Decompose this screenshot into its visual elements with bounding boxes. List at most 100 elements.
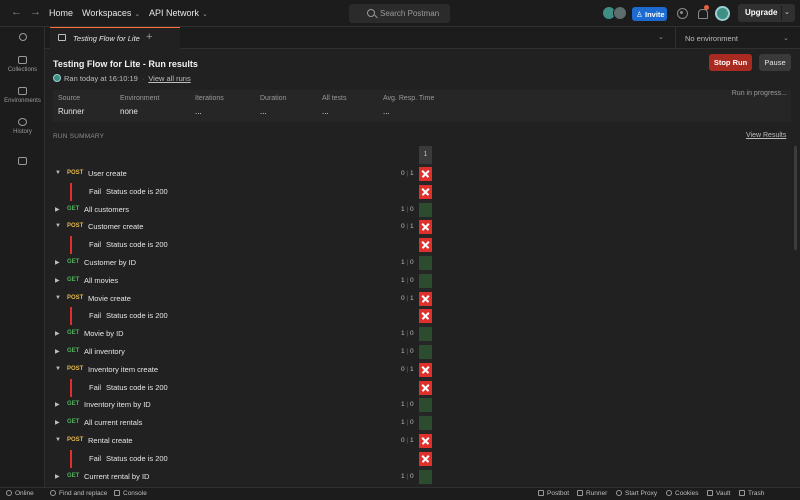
- pass-cell[interactable]: [419, 469, 432, 484]
- test-result-row[interactable]: Fail Status code is 200: [45, 307, 435, 326]
- request-name[interactable]: User create: [88, 169, 127, 178]
- fail-x-icon[interactable]: [419, 309, 432, 324]
- request-name[interactable]: Inventory item by ID: [84, 400, 151, 409]
- page-title: Testing Flow for Lite - Run results: [53, 59, 198, 69]
- sidebar-item-environments[interactable]: Environments: [0, 87, 45, 104]
- sidebar-item-collections[interactable]: Collections: [0, 56, 45, 73]
- console-button[interactable]: Console: [114, 490, 147, 497]
- chevron-right-icon[interactable]: ▶: [55, 401, 60, 408]
- sidebar-item-team[interactable]: [0, 33, 45, 44]
- chevron-right-icon[interactable]: ▶: [55, 206, 60, 213]
- request-row[interactable]: ▼ POST Customer create 0 | 1: [45, 218, 435, 236]
- request-name[interactable]: Rental create: [88, 436, 133, 445]
- forward-arrow-icon[interactable]: →: [30, 7, 41, 18]
- request-row[interactable]: ▼ POST Rental create 0 | 1: [45, 432, 435, 450]
- request-row[interactable]: ▶ GET Inventory item by ID 1 | 0: [45, 396, 435, 414]
- request-row[interactable]: ▶ GET All movies 1 | 0: [45, 272, 435, 290]
- test-result-row[interactable]: Fail Status code is 200: [45, 378, 435, 397]
- request-name[interactable]: Inventory item create: [88, 365, 158, 374]
- pause-button[interactable]: Pause: [759, 54, 791, 71]
- iteration-header[interactable]: 1: [419, 146, 432, 164]
- cookies-button[interactable]: Cookies: [666, 490, 698, 497]
- trash-button[interactable]: Trash: [739, 490, 764, 497]
- request-row[interactable]: ▶ GET Current rental by ID 1 | 0: [45, 468, 435, 486]
- fail-x-icon[interactable]: [419, 238, 432, 253]
- sidebar-item-configure[interactable]: [0, 157, 45, 168]
- scrollbar[interactable]: [794, 146, 797, 250]
- request-row[interactable]: ▼ POST Inventory item create 0 | 1: [45, 361, 435, 379]
- api-network-menu[interactable]: API Network ⌄: [149, 8, 208, 18]
- tab-runner[interactable]: Testing Flow for Lite: [50, 27, 180, 49]
- fail-x-icon[interactable]: [419, 362, 432, 377]
- request-name[interactable]: All current rentals: [84, 418, 142, 427]
- fail-x-icon[interactable]: [419, 167, 432, 181]
- chevron-down-icon[interactable]: ⌄: [658, 33, 664, 41]
- environment-selector[interactable]: No environment ⌄: [685, 34, 789, 43]
- fail-x-icon[interactable]: [419, 291, 432, 306]
- request-name[interactable]: Customer create: [88, 222, 143, 231]
- request-name[interactable]: Movie create: [88, 294, 131, 303]
- view-all-runs-link[interactable]: View all runs: [148, 74, 190, 83]
- search-bar[interactable]: Search Postman: [349, 4, 450, 23]
- settings-gear-icon[interactable]: [677, 8, 688, 19]
- request-name[interactable]: Current rental by ID: [84, 472, 149, 481]
- request-row[interactable]: ▶ GET All inventory 1 | 0: [45, 343, 435, 361]
- collaborator-avatars[interactable]: [602, 6, 628, 21]
- request-row[interactable]: ▼ POST Movie create 0 | 1: [45, 290, 435, 308]
- fail-x-icon[interactable]: [419, 451, 432, 466]
- console-icon: [114, 490, 120, 496]
- chevron-down-icon[interactable]: ▼: [55, 223, 61, 229]
- runner-button[interactable]: Runner: [577, 490, 607, 497]
- request-name[interactable]: All inventory: [84, 347, 125, 356]
- start-proxy-button[interactable]: Start Proxy: [616, 490, 657, 497]
- pass-cell[interactable]: [419, 202, 432, 217]
- chevron-down-icon[interactable]: ▼: [55, 366, 61, 372]
- chevron-right-icon[interactable]: ▶: [55, 419, 60, 426]
- postbot-button[interactable]: Postbot: [538, 490, 569, 497]
- request-name[interactable]: All movies: [84, 276, 118, 285]
- request-row[interactable]: ▶ GET Movie by ID 1 | 0: [45, 325, 435, 343]
- back-arrow-icon[interactable]: ←: [11, 7, 22, 18]
- pass-cell[interactable]: [419, 273, 432, 288]
- fail-x-icon[interactable]: [419, 380, 432, 395]
- chevron-right-icon[interactable]: ▶: [55, 348, 60, 355]
- request-row[interactable]: ▶ GET Customer by ID 1 | 0: [45, 254, 435, 272]
- vault-button[interactable]: Vault: [707, 490, 730, 497]
- workspaces-menu[interactable]: Workspaces ⌄: [82, 8, 140, 18]
- fail-x-icon[interactable]: [419, 434, 432, 448]
- stop-run-button[interactable]: Stop Run: [709, 54, 752, 71]
- chevron-right-icon[interactable]: ▶: [55, 330, 60, 337]
- view-results-link[interactable]: View Results: [746, 132, 786, 139]
- request-name[interactable]: Movie by ID: [84, 329, 124, 338]
- chevron-down-icon[interactable]: ▼: [55, 437, 61, 443]
- upgrade-button[interactable]: Upgrade ⌄: [738, 4, 795, 22]
- chevron-right-icon[interactable]: ▶: [55, 259, 60, 266]
- chevron-right-icon[interactable]: ▶: [55, 277, 60, 284]
- fail-x-icon[interactable]: [419, 184, 432, 199]
- request-row[interactable]: ▶ GET All current rentals 1 | 0: [45, 414, 435, 432]
- chevron-right-icon[interactable]: ▶: [55, 473, 60, 480]
- online-status[interactable]: Online: [6, 490, 34, 497]
- pass-cell[interactable]: [419, 256, 432, 270]
- home-link[interactable]: Home: [49, 8, 73, 18]
- pass-cell[interactable]: [419, 327, 432, 342]
- user-avatar[interactable]: [715, 6, 730, 21]
- request-row[interactable]: ▼ POST User create 0 | 1: [45, 165, 435, 183]
- chevron-down-icon[interactable]: ⌄: [784, 8, 790, 16]
- request-name[interactable]: All customers: [84, 205, 129, 214]
- request-row[interactable]: ▶ GET All customers 1 | 0: [45, 201, 435, 219]
- pass-cell[interactable]: [419, 416, 432, 431]
- test-result-row[interactable]: Fail Status code is 200: [45, 449, 435, 468]
- pass-cell[interactable]: [419, 345, 432, 359]
- sidebar-item-history[interactable]: History: [0, 118, 45, 135]
- invite-button[interactable]: ♙ Invite: [632, 7, 667, 21]
- test-result-row[interactable]: Fail Status code is 200: [45, 236, 435, 255]
- chevron-down-icon[interactable]: ▼: [55, 295, 61, 301]
- request-name[interactable]: Customer by ID: [84, 258, 136, 267]
- pass-cell[interactable]: [419, 398, 432, 413]
- fail-x-icon[interactable]: [419, 220, 432, 235]
- new-tab-icon[interactable]: +: [146, 31, 152, 43]
- chevron-down-icon[interactable]: ▼: [55, 170, 61, 176]
- test-result-row[interactable]: Fail Status code is 200: [45, 182, 435, 201]
- find-replace-button[interactable]: Find and replace: [50, 490, 107, 497]
